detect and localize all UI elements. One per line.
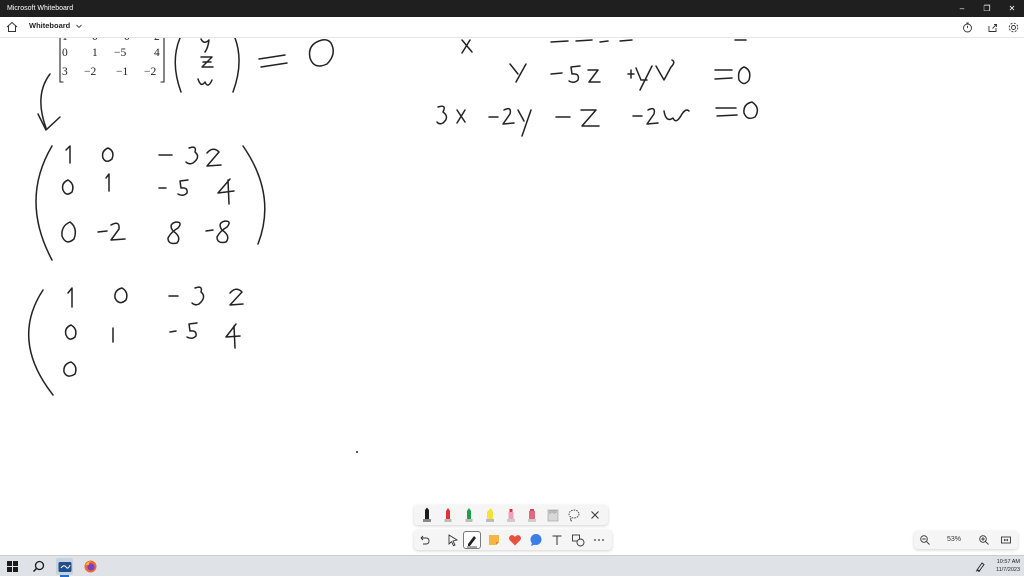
black-pen-icon[interactable]: [419, 507, 435, 523]
zoom-level[interactable]: 53%: [947, 536, 961, 543]
clock-time: 10:57 AM: [996, 559, 1020, 565]
app-bar: Whiteboard: [0, 17, 1024, 38]
chevron-down-icon[interactable]: [75, 22, 83, 30]
matrix-cell: 0: [124, 38, 130, 43]
zoom-in-icon[interactable]: [978, 534, 990, 546]
more-options-icon[interactable]: [591, 532, 607, 548]
green-pen-icon[interactable]: [461, 507, 477, 523]
ink-strokes: [27, 38, 759, 453]
red-marker-icon[interactable]: [524, 507, 540, 523]
matrix-cell: −5: [114, 47, 127, 59]
pen-tray: [414, 505, 608, 525]
home-icon[interactable]: [5, 20, 19, 34]
title-bar: Microsoft Whiteboard – ❐ ✕: [0, 0, 1024, 17]
matrix-cell: 2: [154, 38, 160, 43]
restore-button[interactable]: ❐: [974, 0, 1000, 17]
matrix-cell: 1: [92, 47, 98, 59]
matrix-cell: −1: [116, 66, 129, 78]
firefox-icon: [84, 560, 97, 573]
taskbar-firefox[interactable]: [82, 558, 99, 575]
zoom-control: 53%: [914, 531, 1018, 549]
text-icon[interactable]: [549, 532, 565, 548]
board-name[interactable]: Whiteboard: [29, 21, 70, 30]
pen-icon: [467, 536, 477, 548]
taskbar: 10:57 AM 11/7/2023: [0, 555, 1024, 577]
shapes-icon[interactable]: [570, 532, 586, 548]
reaction-heart-icon[interactable]: [507, 532, 523, 548]
minimize-button[interactable]: –: [949, 0, 975, 17]
clock-date: 11/7/2023: [995, 567, 1020, 573]
timer-icon[interactable]: [961, 21, 974, 34]
pen-menu-icon[interactable]: [975, 561, 986, 572]
pen-tool-active[interactable]: [463, 531, 481, 549]
search-icon: [32, 560, 45, 573]
lasso-select-icon[interactable]: [566, 507, 582, 523]
close-window-button[interactable]: ✕: [999, 0, 1024, 17]
matrix-cell: 4: [154, 47, 160, 59]
sticky-note-icon[interactable]: [486, 532, 502, 548]
system-clock[interactable]: 10:57 AM 11/7/2023: [996, 558, 1020, 574]
share-icon[interactable]: [986, 21, 999, 34]
pink-highlighter-icon[interactable]: [503, 507, 519, 523]
matrix-cell: 1: [62, 38, 68, 43]
window-title: Microsoft Whiteboard: [7, 5, 74, 12]
taskbar-whiteboard[interactable]: [56, 558, 73, 577]
undo-icon[interactable]: [416, 532, 432, 548]
start-button[interactable]: [4, 558, 21, 575]
fit-to-screen-icon[interactable]: [1000, 534, 1012, 546]
matrix-cell: 0: [62, 47, 68, 59]
matrix-cell: 3: [62, 66, 68, 78]
whiteboard-canvas[interactable]: 1 0 0 2 0 1 −5 4 3 −2 −1 −2: [0, 38, 1024, 555]
select-arrow-icon[interactable]: [445, 532, 461, 548]
matrix-cell: −2: [144, 66, 157, 78]
main-toolbar: [414, 530, 612, 550]
zoom-out-icon[interactable]: [919, 534, 931, 546]
red-pen-icon[interactable]: [440, 507, 456, 523]
settings-gear-icon[interactable]: [1007, 21, 1020, 34]
comment-icon[interactable]: [528, 532, 544, 548]
matrix-cell: −2: [84, 66, 97, 78]
search-button[interactable]: [30, 558, 47, 575]
whiteboard-app-icon: [58, 561, 71, 572]
matrix-cell: 0: [92, 38, 98, 43]
windows-logo-icon: [7, 561, 18, 572]
ruler-icon[interactable]: [545, 507, 561, 523]
yellow-highlighter-icon[interactable]: [482, 507, 498, 523]
close-icon[interactable]: [587, 507, 603, 523]
